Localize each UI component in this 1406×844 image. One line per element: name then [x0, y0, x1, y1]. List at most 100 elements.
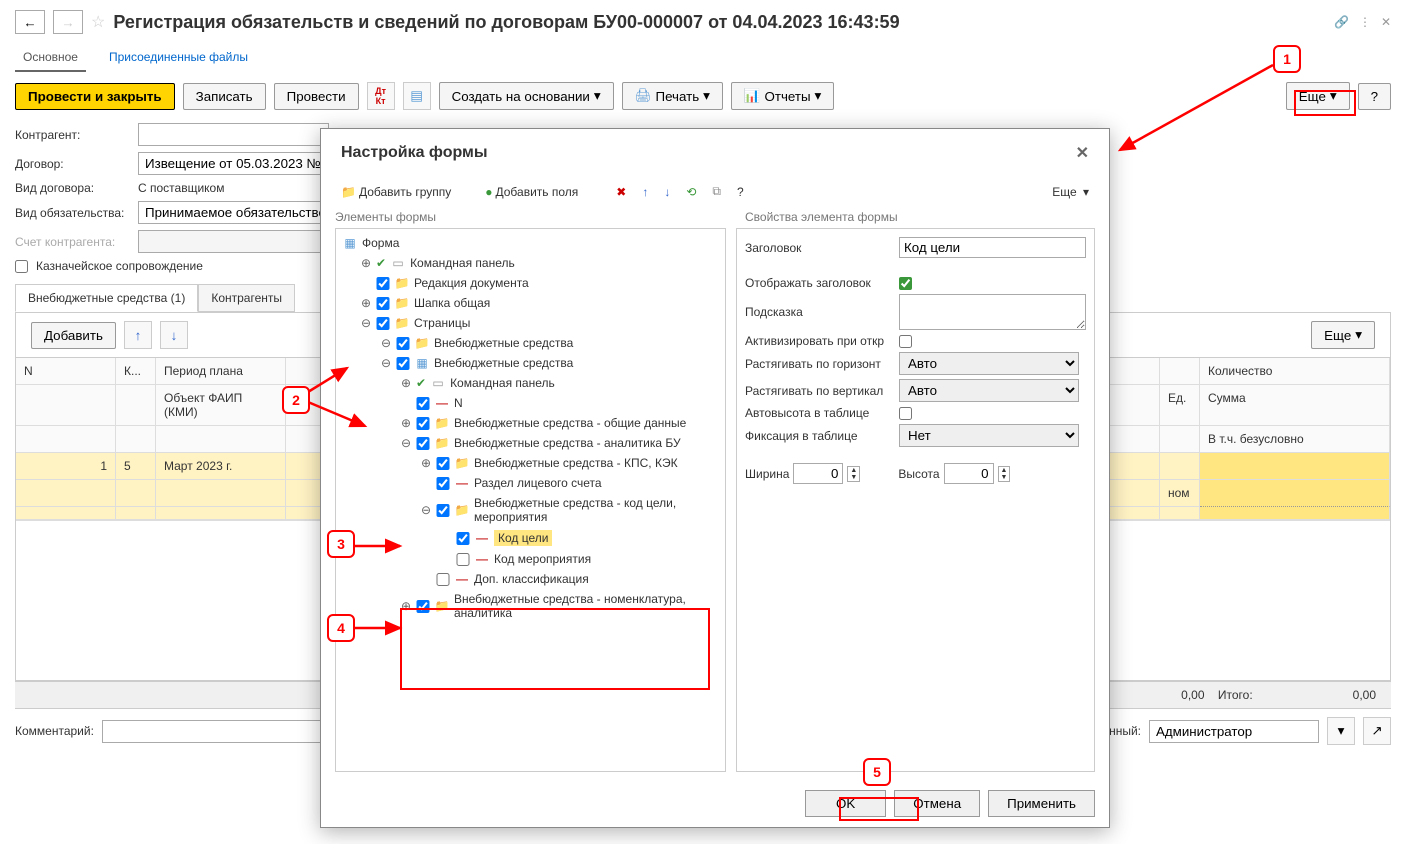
dialog-more-button[interactable]: Еще ▾ [1046, 182, 1095, 202]
grid-more-button[interactable]: Еще ▾ [1311, 321, 1375, 349]
delete-icon[interactable]: ✖ [610, 182, 632, 202]
check-icon: ✔ [376, 256, 386, 270]
cell-n[interactable]: 1 [16, 453, 116, 480]
tab-files[interactable]: Присоединенные файлы [101, 44, 256, 72]
folder-icon: 📁 [434, 436, 450, 450]
create-based-button[interactable]: Создать на основании ▾ [439, 82, 614, 110]
folder-icon: 📁 [434, 599, 450, 613]
tree-panel[interactable]: ▦Форма ⊕✔▭Командная панель 📁Редакция док… [335, 228, 726, 772]
add-fields-button[interactable]: ● Добавить поля [479, 182, 584, 202]
copy-icon[interactable]: ⧉ [706, 181, 727, 202]
ok-button[interactable]: OK [805, 790, 886, 817]
move-down-icon[interactable]: ↓ [658, 182, 676, 202]
folder-icon: 📁 [454, 456, 470, 470]
prop-activate-label: Активизировать при откр [745, 334, 895, 348]
prop-showtitle-checkbox[interactable] [899, 277, 912, 290]
responsible-input[interactable] [1149, 720, 1319, 743]
obligation-type-input[interactable] [138, 201, 329, 224]
prop-fixation-select[interactable]: Нет [899, 424, 1079, 447]
prop-activate-checkbox[interactable] [899, 335, 912, 348]
panel-icon: ▭ [430, 376, 446, 390]
treasury-checkbox[interactable] [15, 260, 28, 273]
cell-k[interactable]: 5 [116, 453, 156, 480]
field-icon: — [474, 552, 490, 566]
prop-hint-label: Подсказка [745, 305, 895, 319]
table-icon: ▦ [414, 356, 430, 370]
forward-button[interactable]: → [53, 10, 83, 34]
prop-hint-input[interactable] [899, 294, 1086, 330]
cell-period[interactable]: Март 2023 г. [156, 453, 286, 480]
prop-height-input[interactable] [944, 463, 994, 484]
field-icon: — [454, 476, 470, 490]
tab-main[interactable]: Основное [15, 44, 86, 72]
props-header: Свойства элемента формы [745, 210, 898, 224]
contragent-label: Контрагент: [15, 128, 130, 142]
folder-icon: 📁 [414, 336, 430, 350]
move-down-button[interactable]: ↓ [160, 321, 188, 349]
field-icon: — [454, 572, 470, 586]
field-icon: — [474, 531, 490, 545]
col-header-period: Период плана [156, 358, 286, 385]
chevron-down-icon: ▾ [703, 88, 710, 104]
folder-icon: 📁 [394, 276, 410, 290]
contract-input[interactable] [138, 152, 329, 175]
form-icon: ▦ [342, 236, 358, 250]
prop-stretch-h-select[interactable]: Авто [899, 352, 1079, 375]
prop-stretch-v-select[interactable]: Авто [899, 379, 1079, 402]
prop-fixation-label: Фиксация в таблице [745, 429, 895, 443]
account-input[interactable] [138, 230, 329, 253]
post-button[interactable]: Провести [274, 83, 359, 110]
tab-offbudget[interactable]: Внебюджетные средства (1) [15, 284, 198, 312]
dialog-close-icon[interactable]: ✕ [1076, 143, 1089, 163]
prop-title-input[interactable] [899, 237, 1086, 258]
contract-type-label: Вид договора: [15, 181, 130, 195]
total-label: Итого: [1218, 688, 1253, 702]
prop-autoheight-checkbox[interactable] [899, 407, 912, 420]
callout-3: 3 [327, 530, 355, 558]
sum-amount: 0,00 [1181, 688, 1204, 702]
close-icon[interactable]: ✕ [1381, 15, 1391, 29]
folder-icon: 📁 [341, 185, 356, 199]
kebab-icon[interactable]: ⋮ [1359, 15, 1371, 29]
account-label: Счет контрагента: [15, 235, 130, 249]
back-button[interactable]: ← [15, 10, 45, 34]
panel-icon: ▭ [390, 256, 406, 270]
cell-unit[interactable]: ном [1160, 480, 1200, 507]
resp-open[interactable]: ↗ [1363, 717, 1391, 745]
col-header-k: К... [116, 358, 156, 385]
more-button[interactable]: Еще ▾ [1286, 82, 1350, 110]
move-up-icon[interactable]: ↑ [636, 182, 654, 202]
callout-5: 5 [863, 758, 891, 786]
apply-button[interactable]: Применить [988, 790, 1095, 817]
cancel-button[interactable]: Отмена [894, 790, 980, 817]
contract-type-value: С поставщиком [138, 181, 224, 195]
prop-width-input[interactable] [793, 463, 843, 484]
add-row-button[interactable]: Добавить [31, 322, 116, 349]
resp-dropdown[interactable]: ▾ [1327, 717, 1355, 745]
dtkt-icon[interactable]: ДтКт [367, 82, 395, 110]
height-spinner[interactable]: ▲▼ [998, 466, 1011, 482]
treasury-label: Казначейское сопровождение [36, 259, 203, 273]
save-close-button[interactable]: Провести и закрыть [15, 83, 175, 110]
col-header-n: N [16, 358, 116, 385]
help-icon[interactable]: ? [731, 182, 750, 202]
link-icon[interactable]: 🔗 [1334, 15, 1349, 29]
printer-icon: 🖨 [635, 88, 652, 104]
list-icon[interactable]: ▤ [403, 82, 431, 110]
save-button[interactable]: Записать [183, 83, 266, 110]
add-group-button[interactable]: 📁 Добавить группу [335, 182, 457, 202]
reset-icon[interactable]: ⟲ [680, 182, 702, 202]
help-button[interactable]: ? [1358, 83, 1391, 110]
move-up-button[interactable]: ↑ [124, 321, 152, 349]
folder-icon: 📁 [394, 316, 410, 330]
folder-icon: 📁 [454, 503, 470, 517]
tab-contragents[interactable]: Контрагенты [198, 284, 295, 312]
width-spinner[interactable]: ▲▼ [847, 466, 860, 482]
callout-4: 4 [327, 614, 355, 642]
reports-button[interactable]: 📊 Отчеты ▾ [731, 82, 834, 110]
contragent-input[interactable] [138, 123, 329, 146]
comment-label: Комментарий: [15, 724, 94, 738]
print-button[interactable]: 🖨 Печать ▾ [622, 82, 723, 110]
callout-1: 1 [1273, 45, 1301, 73]
favorite-icon[interactable]: ☆ [91, 12, 105, 32]
